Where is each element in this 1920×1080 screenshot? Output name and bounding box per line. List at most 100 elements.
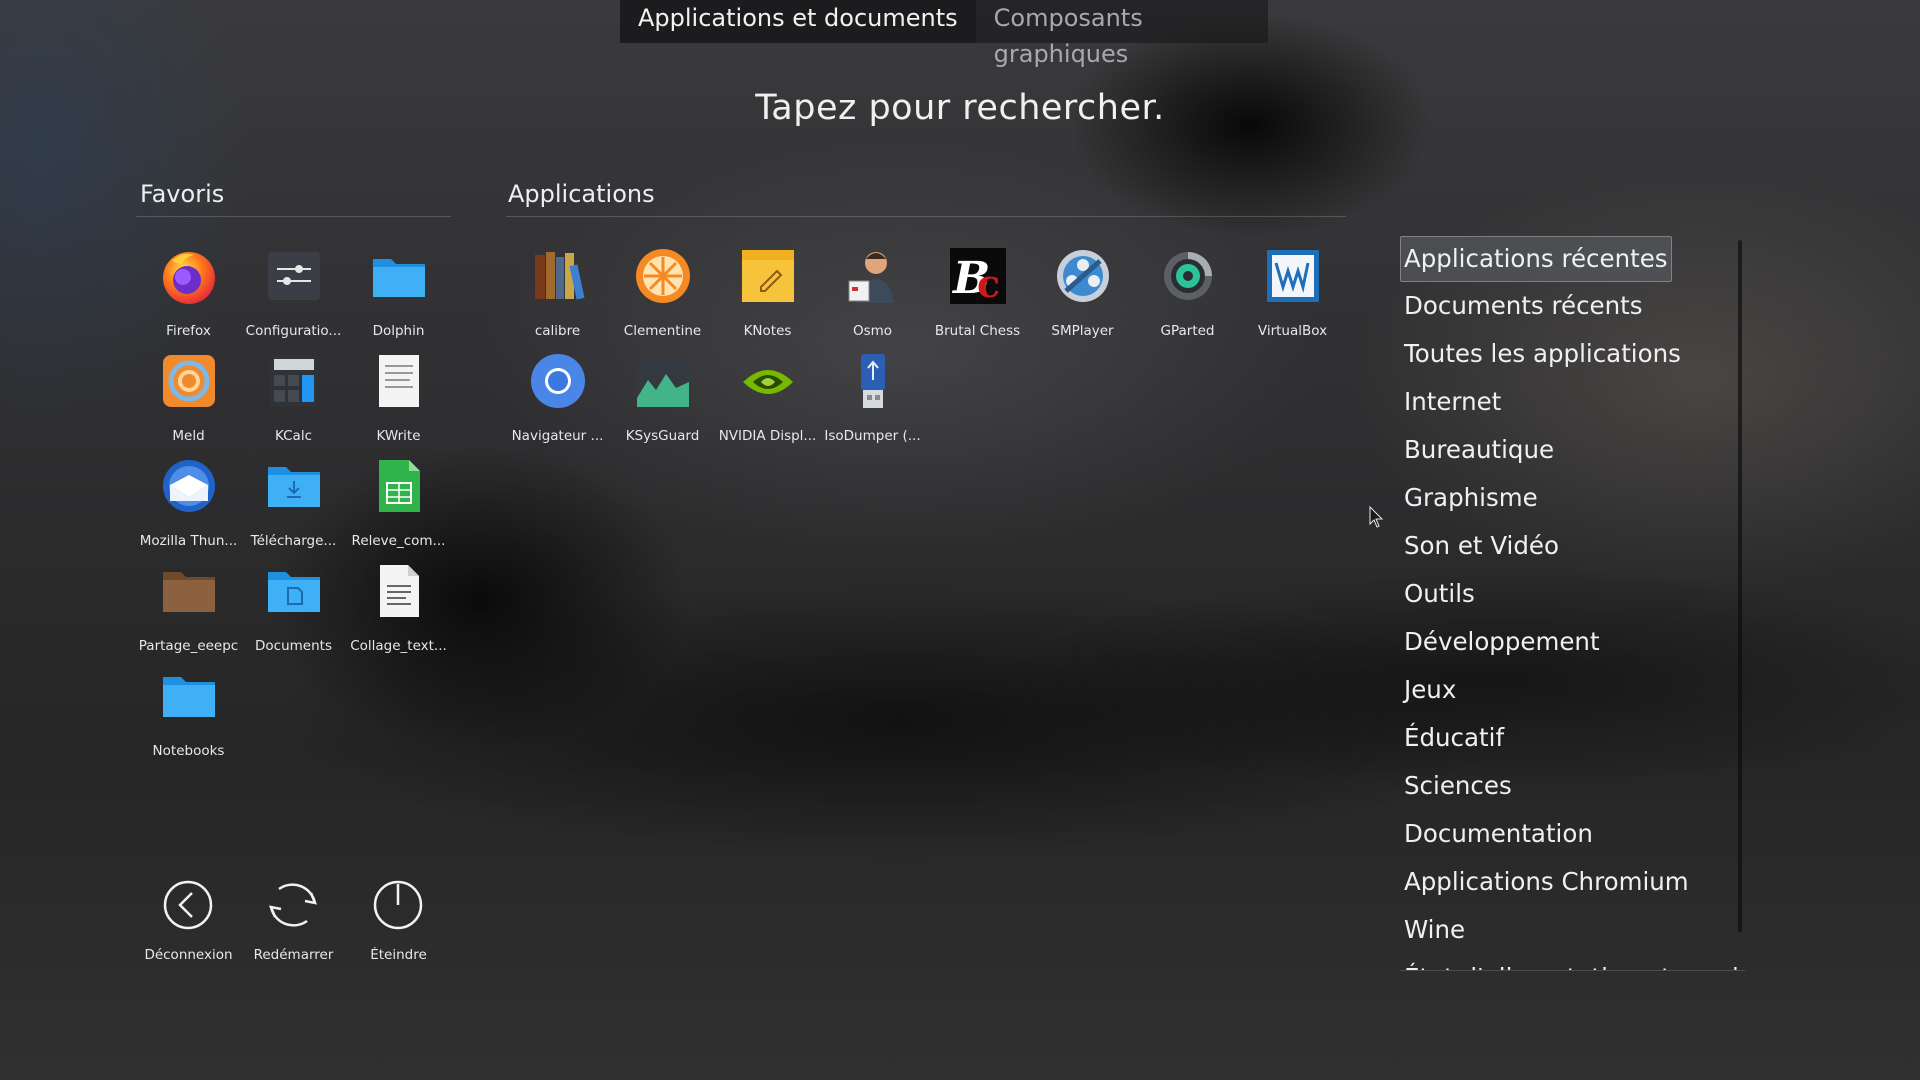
thunderbird-icon bbox=[163, 460, 215, 512]
favorite-spreadsheet[interactable]: Releve_com... bbox=[346, 457, 451, 557]
app-knotes[interactable]: KNotes bbox=[715, 247, 820, 347]
restart-button[interactable]: Redémarrer bbox=[241, 879, 346, 979]
category-development[interactable]: Développement bbox=[1400, 620, 1604, 664]
favorite-settings[interactable]: Configuratio... bbox=[241, 247, 346, 347]
favorite-documents[interactable]: Documents bbox=[241, 562, 346, 662]
tab-widgets[interactable]: Composants graphiques bbox=[975, 0, 1268, 68]
favorite-kwrite[interactable]: KWrite bbox=[346, 352, 451, 452]
text-editor-icon bbox=[379, 355, 419, 407]
logout-label: Déconnexion bbox=[144, 947, 233, 963]
shutdown-button[interactable]: Éteindre bbox=[346, 879, 451, 979]
app-ksysguard[interactable]: KSysGuard bbox=[610, 352, 715, 452]
app-label: Clementine bbox=[623, 323, 702, 339]
logout-icon bbox=[163, 880, 213, 930]
svg-text:c: c bbox=[977, 261, 1000, 305]
applications-title: Applications bbox=[508, 180, 655, 208]
app-label: NVIDIA Displ... bbox=[718, 428, 817, 444]
favorite-kcalc[interactable]: KCalc bbox=[241, 352, 346, 452]
app-label: calibre bbox=[534, 323, 581, 339]
clementine-icon bbox=[636, 249, 690, 303]
favorite-label: Meld bbox=[172, 428, 205, 444]
app-label: GParted bbox=[1160, 323, 1215, 339]
app-gparted[interactable]: GParted bbox=[1135, 247, 1240, 347]
app-smplayer[interactable]: SMPlayer bbox=[1030, 247, 1135, 347]
usb-drive-icon bbox=[861, 354, 885, 408]
favorite-partage-eeepc[interactable]: Partage_eeepc bbox=[136, 562, 241, 662]
category-recent-applications[interactable]: Applications récentes bbox=[1400, 236, 1672, 282]
app-brutal-chess[interactable]: B c Brutal Chess bbox=[925, 247, 1030, 347]
app-nvidia[interactable]: NVIDIA Displ... bbox=[715, 352, 820, 452]
tab-bar: Applications et documents Composants gra… bbox=[620, 0, 1268, 68]
favorite-label: Télécharge... bbox=[250, 533, 337, 549]
app-label: Osmo bbox=[852, 323, 893, 339]
favorite-thunderbird[interactable]: Mozilla Thun... bbox=[136, 457, 241, 557]
favorite-label: Documents bbox=[255, 638, 332, 654]
app-chromium[interactable]: Navigateur ... bbox=[505, 352, 610, 452]
favorite-label: Firefox bbox=[166, 323, 211, 339]
favorites-divider bbox=[136, 216, 451, 217]
tab-applications-documents[interactable]: Applications et documents bbox=[620, 0, 976, 43]
category-graphics[interactable]: Graphisme bbox=[1400, 476, 1542, 520]
category-power-session[interactable]: État d'alimentation et session bbox=[1400, 956, 1740, 970]
restart-label: Redémarrer bbox=[253, 947, 334, 963]
category-recent-documents[interactable]: Documents récents bbox=[1400, 284, 1647, 328]
category-science[interactable]: Sciences bbox=[1400, 764, 1516, 808]
app-label: VirtualBox bbox=[1257, 323, 1328, 339]
logout-button[interactable]: Déconnexion bbox=[136, 879, 241, 979]
downloads-folder-icon bbox=[268, 467, 320, 507]
favorite-label: Collage_text... bbox=[350, 638, 447, 654]
chromium-icon bbox=[531, 354, 585, 408]
favorite-label: Dolphin bbox=[372, 323, 425, 339]
category-all-applications[interactable]: Toutes les applications bbox=[1400, 332, 1685, 376]
osmo-icon bbox=[848, 252, 894, 303]
category-education[interactable]: Éducatif bbox=[1400, 716, 1508, 760]
category-wine[interactable]: Wine bbox=[1400, 908, 1469, 952]
favorite-label: Releve_com... bbox=[351, 533, 446, 549]
search-hint: Tapez pour rechercher. bbox=[755, 88, 1165, 128]
app-isodumper[interactable]: IsoDumper (... bbox=[820, 352, 925, 452]
favorite-meld[interactable]: Meld bbox=[136, 352, 241, 452]
favorite-label: Notebooks bbox=[152, 743, 225, 759]
category-utilities[interactable]: Outils bbox=[1400, 572, 1479, 616]
app-label: Brutal Chess bbox=[934, 323, 1021, 339]
favorite-text-file[interactable]: Collage_text... bbox=[346, 562, 451, 662]
gparted-icon bbox=[1164, 252, 1212, 300]
favorite-notebooks[interactable]: Notebooks bbox=[136, 667, 241, 767]
category-office[interactable]: Bureautique bbox=[1400, 428, 1558, 472]
favorite-label: KCalc bbox=[275, 428, 312, 444]
category-games[interactable]: Jeux bbox=[1400, 668, 1460, 712]
favorite-label: Configuratio... bbox=[245, 323, 342, 339]
documents-folder-icon bbox=[268, 572, 320, 612]
meld-icon bbox=[163, 355, 215, 407]
app-calibre[interactable]: calibre bbox=[505, 247, 610, 347]
app-label: IsoDumper (... bbox=[824, 428, 921, 444]
category-multimedia[interactable]: Son et Vidéo bbox=[1400, 524, 1563, 568]
brown-folder-icon bbox=[163, 572, 215, 612]
shutdown-label: Éteindre bbox=[370, 947, 427, 963]
restart-icon bbox=[268, 883, 318, 927]
firefox-icon bbox=[163, 252, 215, 304]
virtualbox-icon bbox=[1267, 250, 1319, 302]
applications-divider bbox=[506, 216, 1346, 217]
knotes-icon bbox=[742, 250, 794, 302]
favorites-title: Favoris bbox=[140, 180, 225, 208]
calibre-icon bbox=[535, 252, 585, 300]
nvidia-icon bbox=[743, 370, 793, 394]
category-scrollbar[interactable] bbox=[1738, 240, 1742, 932]
favorite-label: Partage_eeepc bbox=[138, 638, 239, 654]
app-osmo[interactable]: Osmo bbox=[820, 247, 925, 347]
category-list-divider bbox=[1400, 970, 1745, 971]
shutdown-icon bbox=[373, 880, 423, 930]
favorite-downloads[interactable]: Télécharge... bbox=[241, 457, 346, 557]
category-documentation[interactable]: Documentation bbox=[1400, 812, 1597, 856]
brutal-chess-icon: B c bbox=[950, 248, 1006, 305]
category-internet[interactable]: Internet bbox=[1400, 380, 1505, 424]
favorite-dolphin[interactable]: Dolphin bbox=[346, 247, 451, 347]
app-virtualbox[interactable]: VirtualBox bbox=[1240, 247, 1345, 347]
category-chromium-apps[interactable]: Applications Chromium bbox=[1400, 860, 1693, 904]
favorite-firefox[interactable]: Firefox bbox=[136, 247, 241, 347]
category-list: Applications récentes Documents récents … bbox=[1400, 236, 1740, 970]
spreadsheet-icon bbox=[379, 460, 420, 512]
app-label: KNotes bbox=[743, 323, 792, 339]
app-clementine[interactable]: Clementine bbox=[610, 247, 715, 347]
